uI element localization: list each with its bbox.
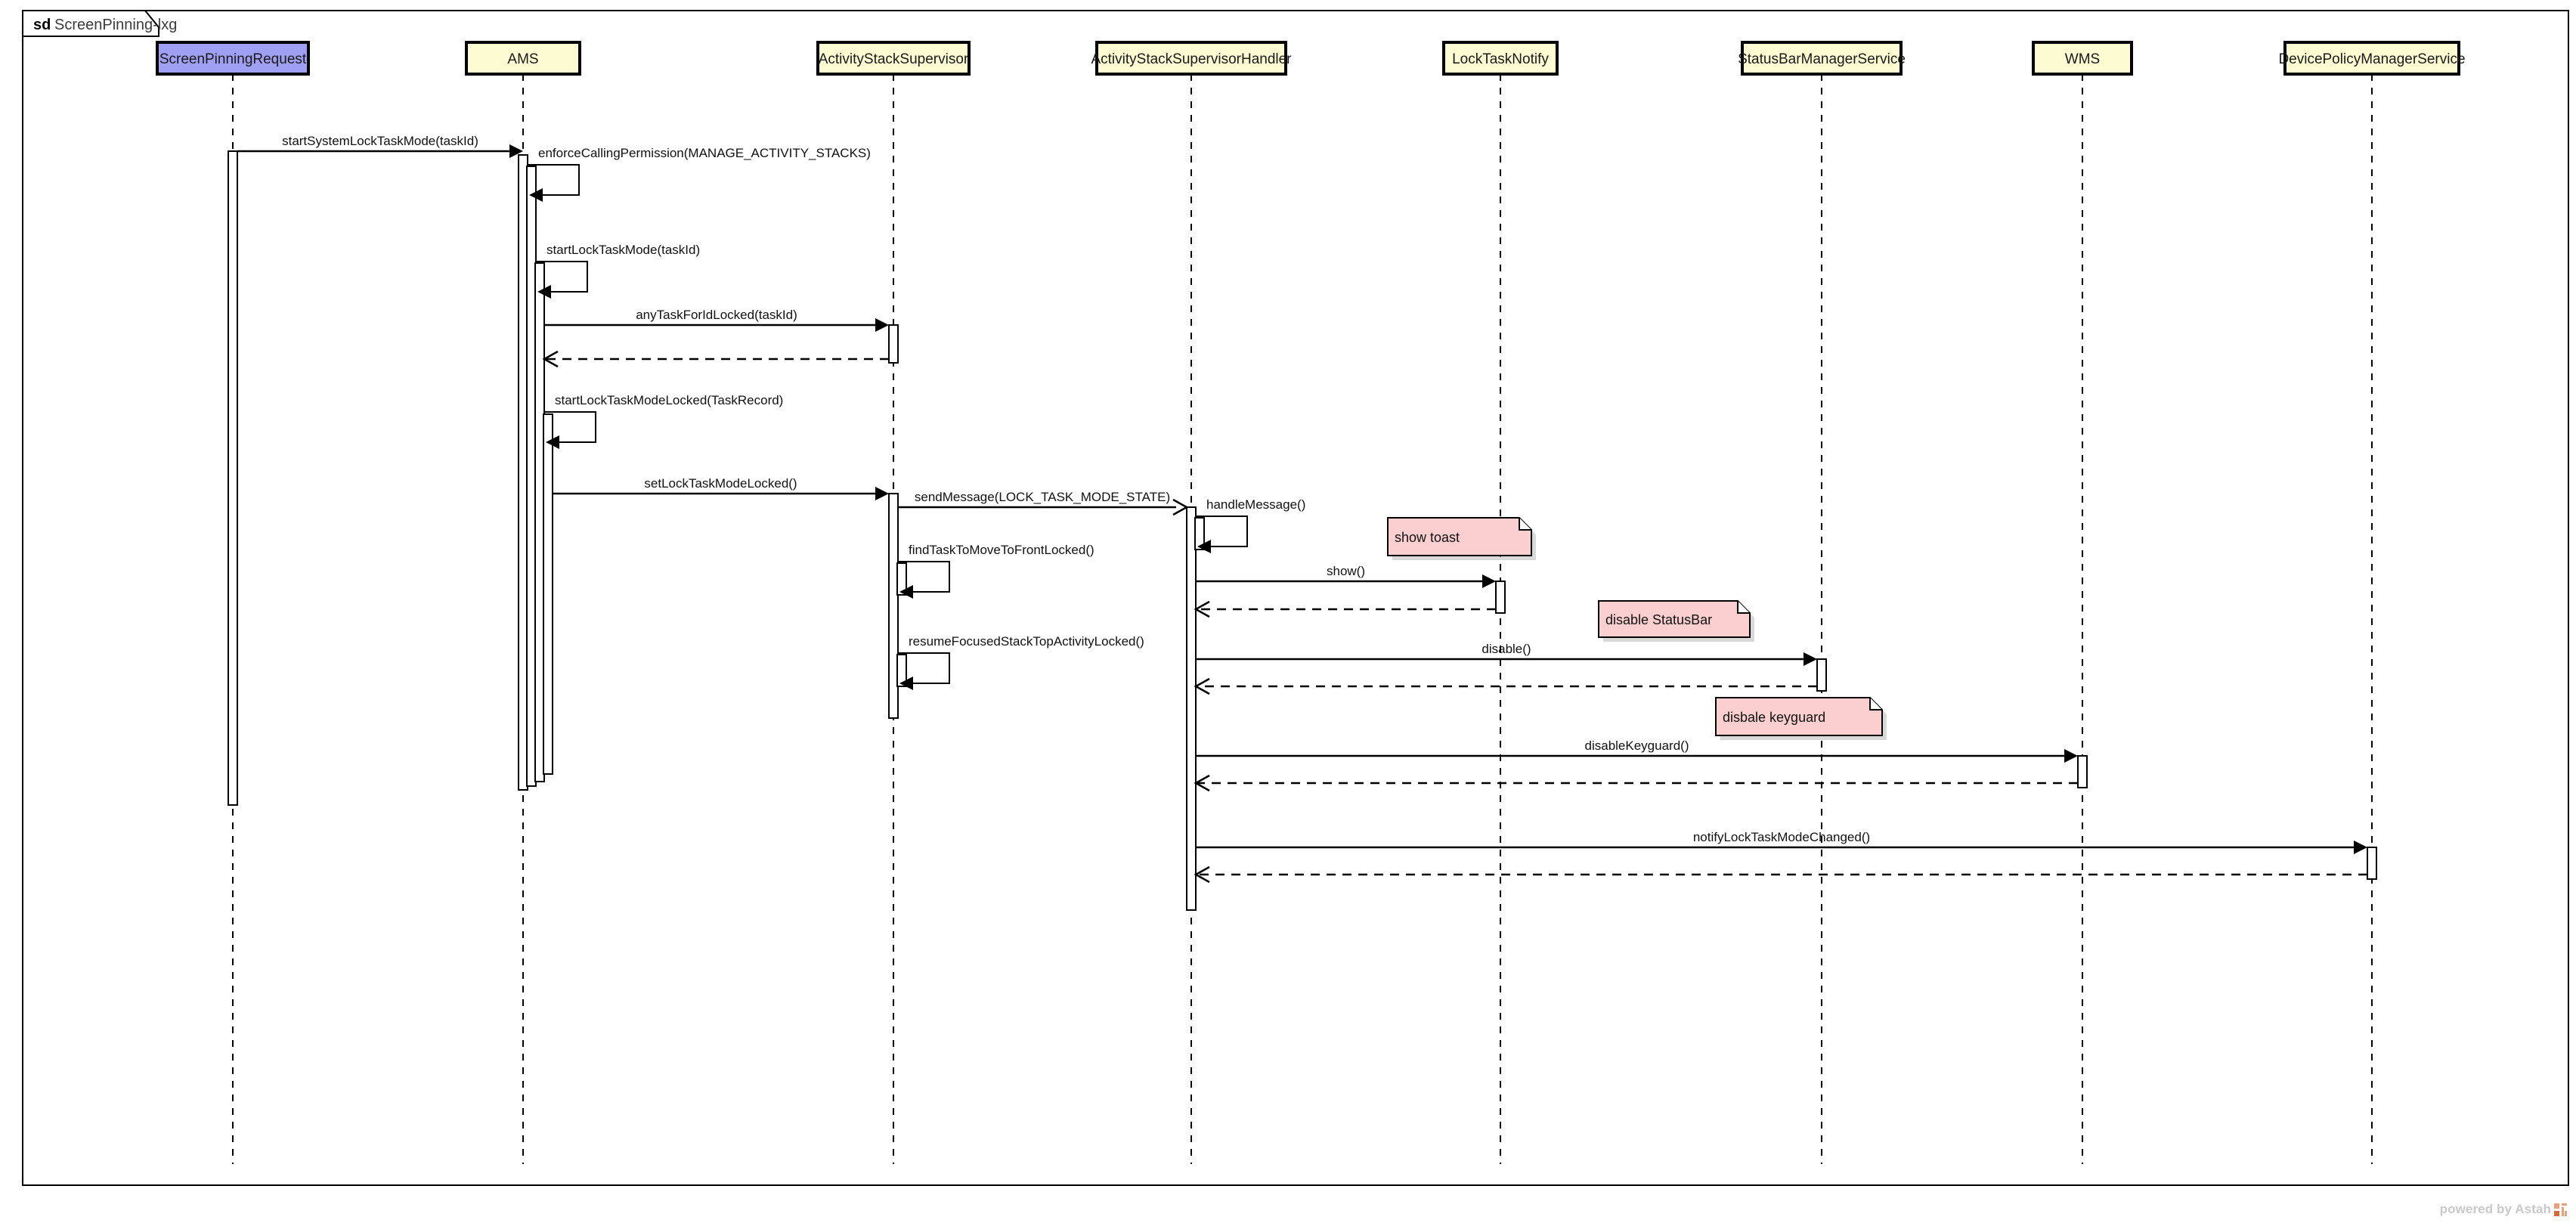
note-0: show toast: [1387, 517, 1536, 560]
message-5: startLockTaskModeLocked(TaskRecord): [544, 393, 783, 449]
arrowhead-solid: [875, 318, 889, 332]
message-7: sendMessage(LOCK_TASK_MODE_STATE): [898, 490, 1189, 516]
message-16: [1194, 774, 2078, 792]
message-9: findTaskToMoveToFrontLocked(): [898, 543, 1094, 599]
participant-ActivityStackSupervisor[interactable]: ActivityStackSupervisor: [816, 41, 971, 76]
message-label: disableKeyguard(): [1585, 738, 1689, 753]
activation-bar: [2367, 847, 2377, 880]
activation-bar: [1186, 506, 1197, 911]
message-11: [1194, 600, 1496, 618]
participant-label: ActivityStackSupervisorHandler: [1091, 51, 1292, 67]
message-label: setLockTaskModeLocked(): [644, 476, 797, 491]
activation-bar: [543, 413, 553, 775]
message-label: resumeFocusedStackTopActivityLocked(): [909, 634, 1144, 649]
message-18: [1194, 865, 2367, 884]
message-13: disable(): [1196, 642, 1817, 666]
message-15: disableKeyguard(): [1196, 738, 2078, 763]
participant-AMS[interactable]: AMS: [465, 41, 581, 76]
note-text: show toast: [1395, 530, 1460, 545]
message-label: enforceCallingPermission(MANAGE_ACTIVITY…: [538, 146, 871, 160]
arrowhead-solid: [2354, 841, 2367, 854]
message-label: show(): [1327, 564, 1365, 578]
message-label: startSystemLockTaskMode(taskId): [282, 134, 478, 148]
message-14: [1194, 677, 1817, 695]
message-label: notifyLockTaskModeChanged(): [1693, 830, 1870, 844]
participant-StatusBarManagerService[interactable]: StatusBarManagerService: [1738, 41, 1906, 76]
activation-bar: [888, 324, 899, 364]
message-2: startLockTaskMode(taskId): [536, 243, 700, 299]
diagram-frame: [22, 10, 2569, 1186]
message-label: startLockTaskMode(taskId): [546, 243, 700, 257]
note-text: disbale keyguard: [1723, 710, 1825, 725]
activations-layer: [228, 150, 2377, 911]
arrowhead-solid: [1482, 574, 1496, 588]
message-1: enforceCallingPermission(MANAGE_ACTIVITY…: [528, 146, 871, 202]
message-17: notifyLockTaskModeChanged(): [1196, 830, 2367, 854]
lifelines-layer: [232, 74, 2373, 1164]
message-label: sendMessage(LOCK_TASK_MODE_STATE): [915, 490, 1170, 504]
messages-layer: startSystemLockTaskMode(taskId) enforceCa…: [237, 134, 2367, 884]
participant-label: AMS: [507, 51, 538, 67]
watermark: powered by Astah: [2440, 1202, 2567, 1217]
arrowhead-solid: [1804, 652, 1817, 666]
participant-label: StatusBarManagerService: [1738, 51, 1906, 67]
participant-label: ScreenPinningRequest: [159, 51, 307, 67]
activation-bar: [228, 150, 238, 806]
message-8: handleMessage(): [1196, 497, 1305, 553]
message-label: anyTaskForIdLocked(taskId): [636, 308, 797, 322]
message-label: handleMessage(): [1206, 497, 1305, 512]
activation-bar: [1495, 581, 1506, 614]
participant-label: DevicePolicyManagerService: [2278, 51, 2465, 67]
note-2: disbale keyguard: [1715, 697, 1887, 740]
participant-LockTaskNotify[interactable]: LockTaskNotify: [1442, 41, 1559, 76]
arrowhead-solid: [875, 487, 889, 500]
watermark-text: powered by Astah: [2439, 1202, 2551, 1216]
activation-bar: [1816, 658, 1827, 692]
message-4: [542, 350, 889, 368]
message-10: show(): [1196, 564, 1496, 588]
participant-ScreenPinningRequest[interactable]: ScreenPinningRequest: [156, 41, 310, 76]
participant-label: WMS: [2065, 51, 2100, 67]
message-12: resumeFocusedStackTopActivityLocked(): [898, 634, 1144, 690]
message-label: disable(): [1482, 642, 1531, 656]
sequence-diagram-canvas: sd ScreenPinning-lxg startSystemLockTask…: [22, 10, 2569, 1186]
participant-ActivityStackSupervisorHandler[interactable]: ActivityStackSupervisorHandler: [1091, 41, 1292, 76]
activation-bar: [2077, 755, 2088, 788]
note-1: disable StatusBar: [1598, 600, 1754, 642]
astah-logo-icon: [2554, 1203, 2567, 1216]
note-text: disable StatusBar: [1605, 612, 1712, 627]
message-6: setLockTaskModeLocked(): [553, 476, 889, 500]
message-3: anyTaskForIdLocked(taskId): [544, 308, 889, 332]
message-label: findTaskToMoveToFrontLocked(): [909, 543, 1094, 557]
participant-WMS[interactable]: WMS: [2032, 41, 2133, 76]
frame-kind-label: sd: [33, 17, 51, 33]
participant-heads-layer: ScreenPinningRequest AMS ActivityStackSupe…: [156, 41, 2466, 76]
participant-label: LockTaskNotify: [1452, 51, 1549, 67]
message-0: startSystemLockTaskMode(taskId): [237, 134, 523, 158]
frame-title-tab: sd ScreenPinning-lxg: [22, 10, 177, 37]
notes-layer: show toast disable StatusBar disbale keygu…: [1387, 517, 1887, 740]
participant-label: ActivityStackSupervisor: [819, 51, 969, 67]
participant-DevicePolicyManagerService[interactable]: DevicePolicyManagerService: [2278, 41, 2466, 76]
message-label: startLockTaskModeLocked(TaskRecord): [555, 393, 783, 407]
frame-title-label: ScreenPinning-lxg: [54, 17, 177, 33]
arrowhead-solid: [2064, 749, 2078, 763]
